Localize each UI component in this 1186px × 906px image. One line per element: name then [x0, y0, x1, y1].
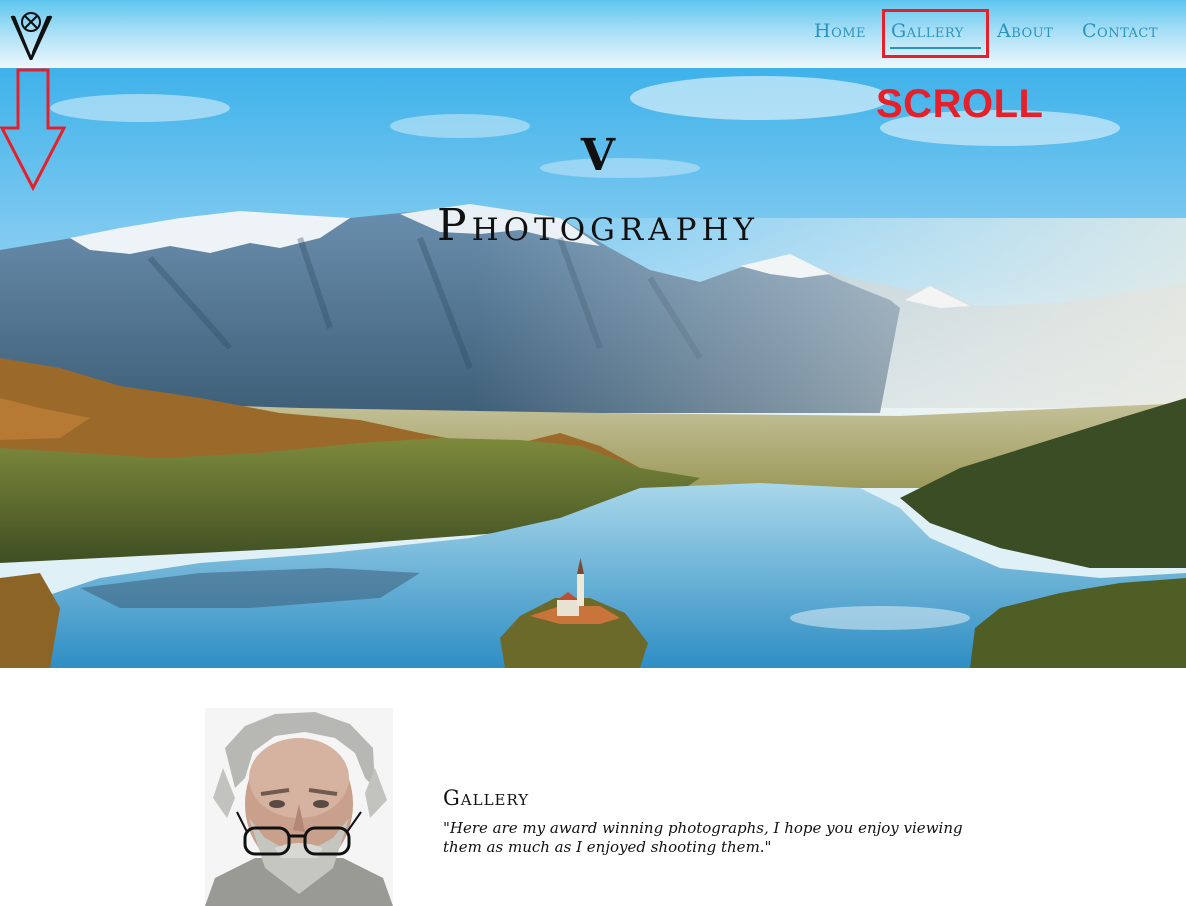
nav-about-link[interactable]: About [997, 20, 1053, 46]
hero-banner: V Photography SCROLL [0, 68, 1186, 668]
main-nav: Home Gallery About Contact [0, 0, 1186, 68]
scroll-annotation-label: SCROLL [876, 82, 1044, 126]
down-arrow-icon [0, 68, 66, 192]
site-header: Home Gallery About Contact [0, 0, 1186, 68]
section-quote: "Here are my award winning photographs, … [443, 819, 963, 856]
photographer-portrait [205, 708, 393, 906]
gallery-highlight-annotation [882, 9, 989, 58]
hero-title-line1: V [580, 130, 616, 181]
section-title: Gallery [443, 786, 530, 810]
nav-home-link[interactable]: Home [814, 20, 866, 46]
hero-title-line2: Photography [437, 200, 759, 251]
nav-contact-link[interactable]: Contact [1082, 20, 1158, 46]
